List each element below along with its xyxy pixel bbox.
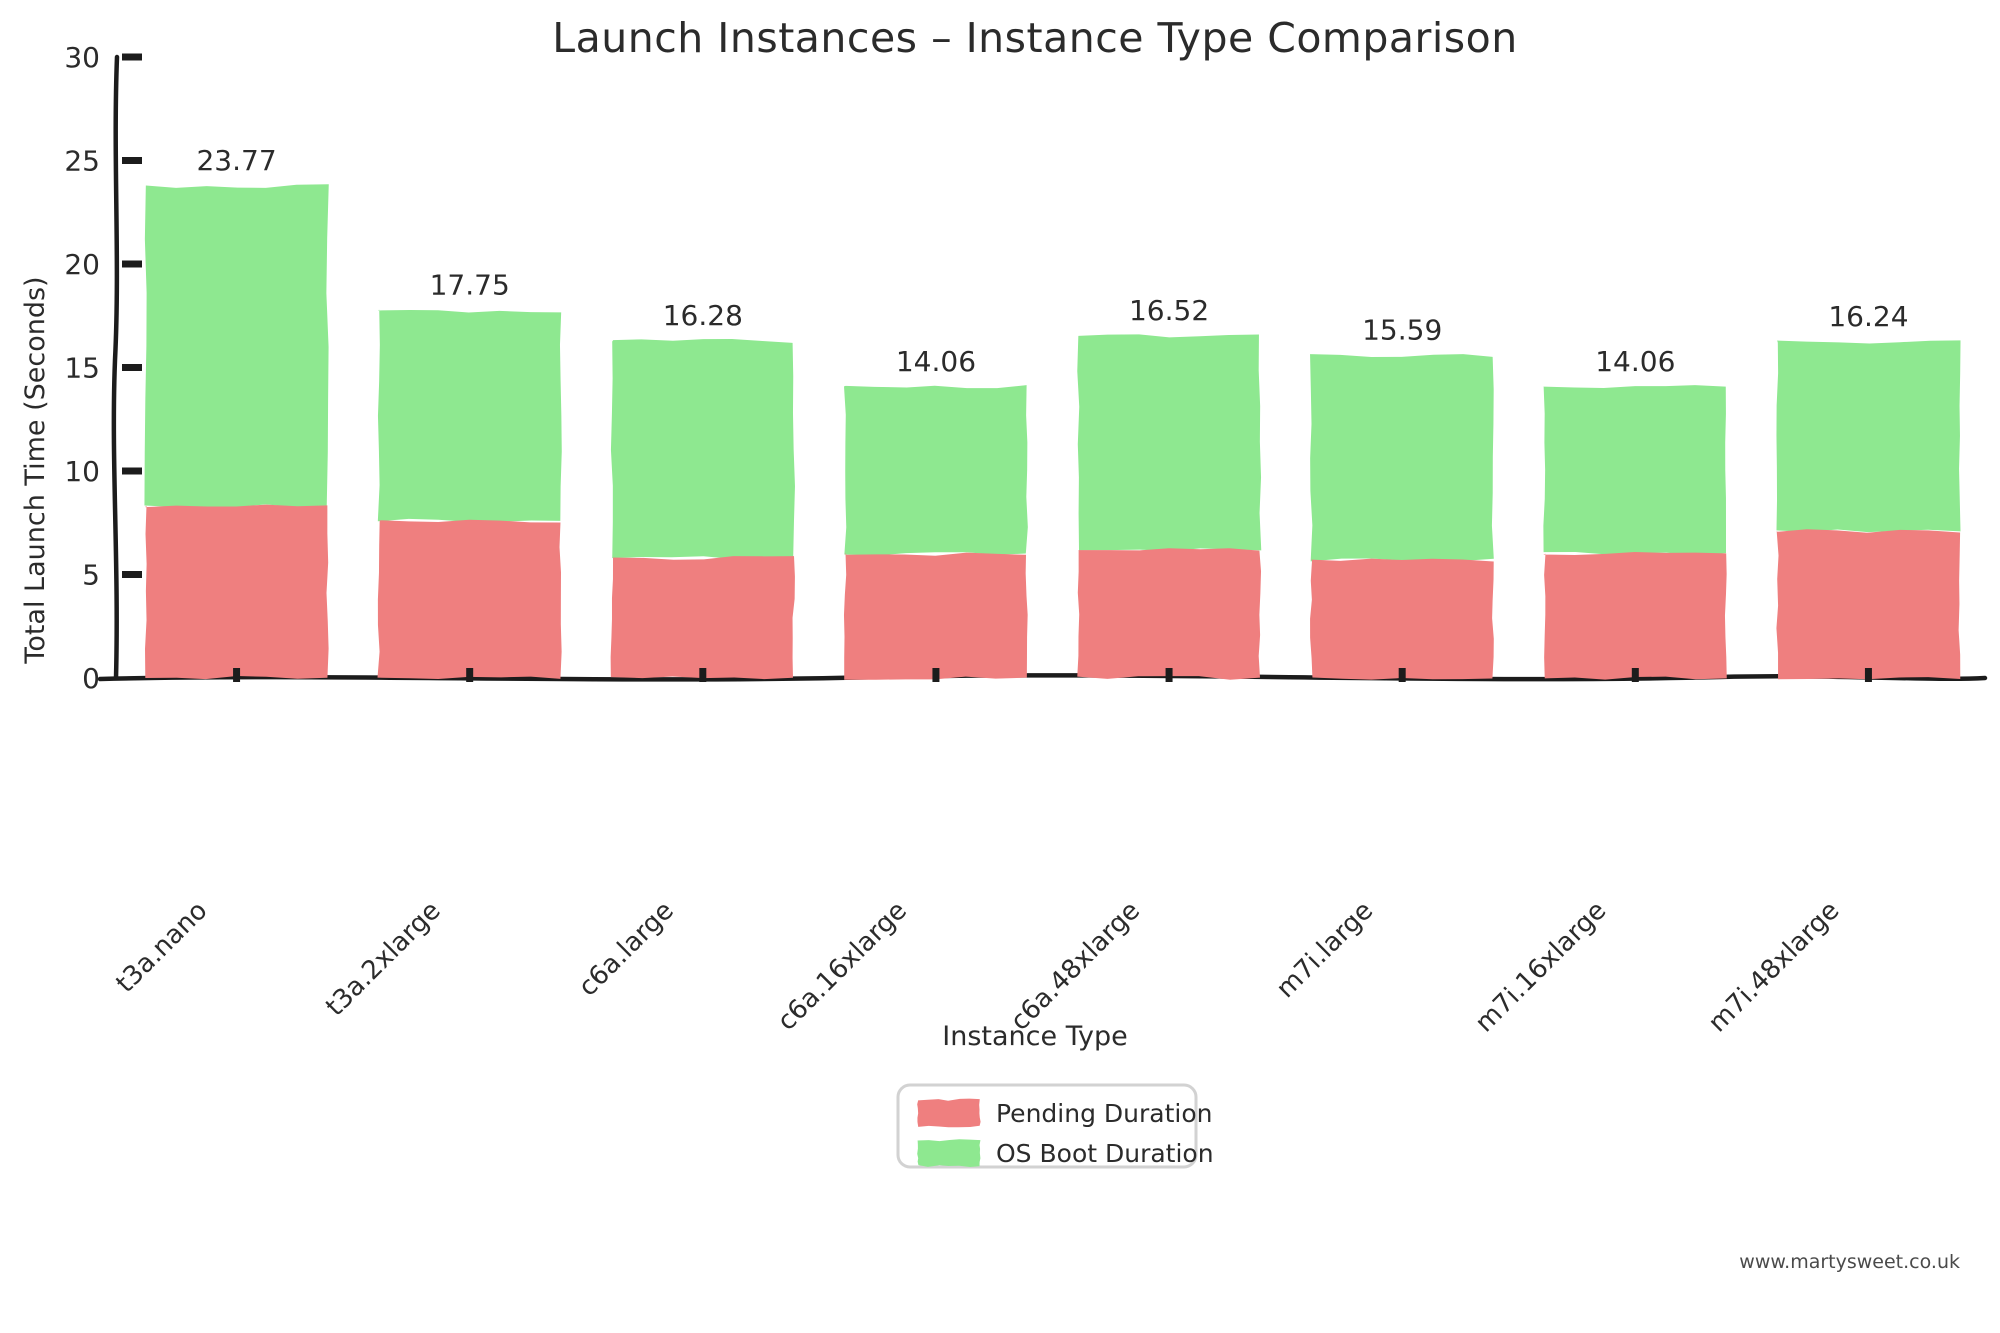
x-tick-label: c6a.16xlarge — [772, 896, 913, 1037]
legend-label[interactable]: OS Boot Duration — [996, 1139, 1214, 1168]
y-tick-label: 30 — [64, 41, 100, 74]
bar-segment-os-boot[interactable] — [843, 385, 1028, 556]
bar-value-label: 15.59 — [1362, 313, 1442, 346]
x-tick-label: c6a.large — [573, 896, 680, 1003]
x-tick-label: m7i.48xlarge — [1703, 896, 1846, 1039]
bar-segment-os-boot[interactable] — [1310, 354, 1494, 562]
bar-group[interactable] — [1543, 385, 1727, 680]
bar-chart-figure: Launch Instances – Instance Type Compari… — [20, 14, 1988, 1273]
x-tick-label: c6a.48xlarge — [1005, 896, 1146, 1037]
bar-group[interactable] — [1776, 340, 1961, 680]
bar-group[interactable] — [377, 309, 562, 680]
bar-value-label: 17.75 — [430, 269, 510, 302]
legend-swatch — [917, 1098, 981, 1128]
legend-label[interactable]: Pending Duration — [996, 1099, 1212, 1128]
y-tick-label: 0 — [82, 662, 100, 695]
y-tick-label: 10 — [64, 455, 100, 488]
chart-container: Launch Instances – Instance Type Compari… — [0, 0, 2000, 1333]
chart-title: Launch Instances – Instance Type Compari… — [552, 14, 1517, 62]
watermark-label: www.martysweet.co.uk — [1739, 1251, 1960, 1273]
bar-segment-os-boot[interactable] — [1543, 385, 1727, 556]
bar-value-label: 16.28 — [663, 299, 743, 332]
bar-group[interactable] — [843, 385, 1028, 680]
bar-group[interactable] — [610, 339, 795, 680]
bar-segment-os-boot[interactable] — [610, 339, 795, 559]
bar-value-label: 14.06 — [896, 345, 976, 378]
x-tick-label: t3a.2xlarge — [320, 896, 446, 1022]
bar-segment-os-boot[interactable] — [1077, 334, 1262, 552]
bar-segment-pending[interactable] — [610, 556, 795, 680]
x-tick-label: m7i.large — [1271, 896, 1379, 1004]
bar-value-label: 14.06 — [1595, 345, 1675, 378]
chart-legend[interactable]: Pending Duration OS Boot Duration — [896, 1083, 1214, 1169]
bar-segment-os-boot[interactable] — [144, 184, 329, 508]
bar-segment-pending[interactable] — [1077, 548, 1262, 680]
x-tick-label: t3a.nano — [110, 896, 213, 999]
y-tick-label: 25 — [64, 145, 100, 178]
y-tick-label: 20 — [64, 248, 100, 281]
y-tick-label: 15 — [64, 352, 100, 385]
x-tick-label: m7i.16xlarge — [1470, 896, 1613, 1039]
bar-segment-pending[interactable] — [1776, 529, 1961, 680]
bars-group — [144, 184, 1961, 680]
legend-swatch — [917, 1139, 981, 1167]
bar-value-label: 16.52 — [1129, 294, 1209, 327]
y-axis-label: Total Launch Time (Seconds) — [20, 276, 51, 664]
x-axis-ticks: t3a.nano t3a.2xlarge c6a.large c6a.16xlarge… — [110, 668, 1872, 1039]
bar-segment-pending[interactable] — [1543, 552, 1727, 680]
bar-segment-os-boot[interactable] — [1776, 340, 1961, 533]
bar-value-label: 23.77 — [196, 144, 276, 177]
bar-segment-pending[interactable] — [843, 552, 1028, 680]
bar-segment-pending[interactable] — [145, 504, 329, 680]
bar-segment-pending[interactable] — [377, 519, 562, 680]
y-axis-ticks: 0 5 10 15 20 25 30 — [64, 41, 142, 695]
bar-group[interactable] — [144, 184, 329, 680]
y-axis-line — [111, 54, 120, 681]
bar-group[interactable] — [1310, 354, 1494, 680]
bar-segment-pending[interactable] — [1310, 558, 1494, 680]
bar-group[interactable] — [1077, 334, 1262, 680]
bar-value-label: 16.24 — [1828, 300, 1908, 333]
bar-segment-os-boot[interactable] — [377, 309, 562, 523]
y-tick-label: 5 — [82, 559, 100, 592]
